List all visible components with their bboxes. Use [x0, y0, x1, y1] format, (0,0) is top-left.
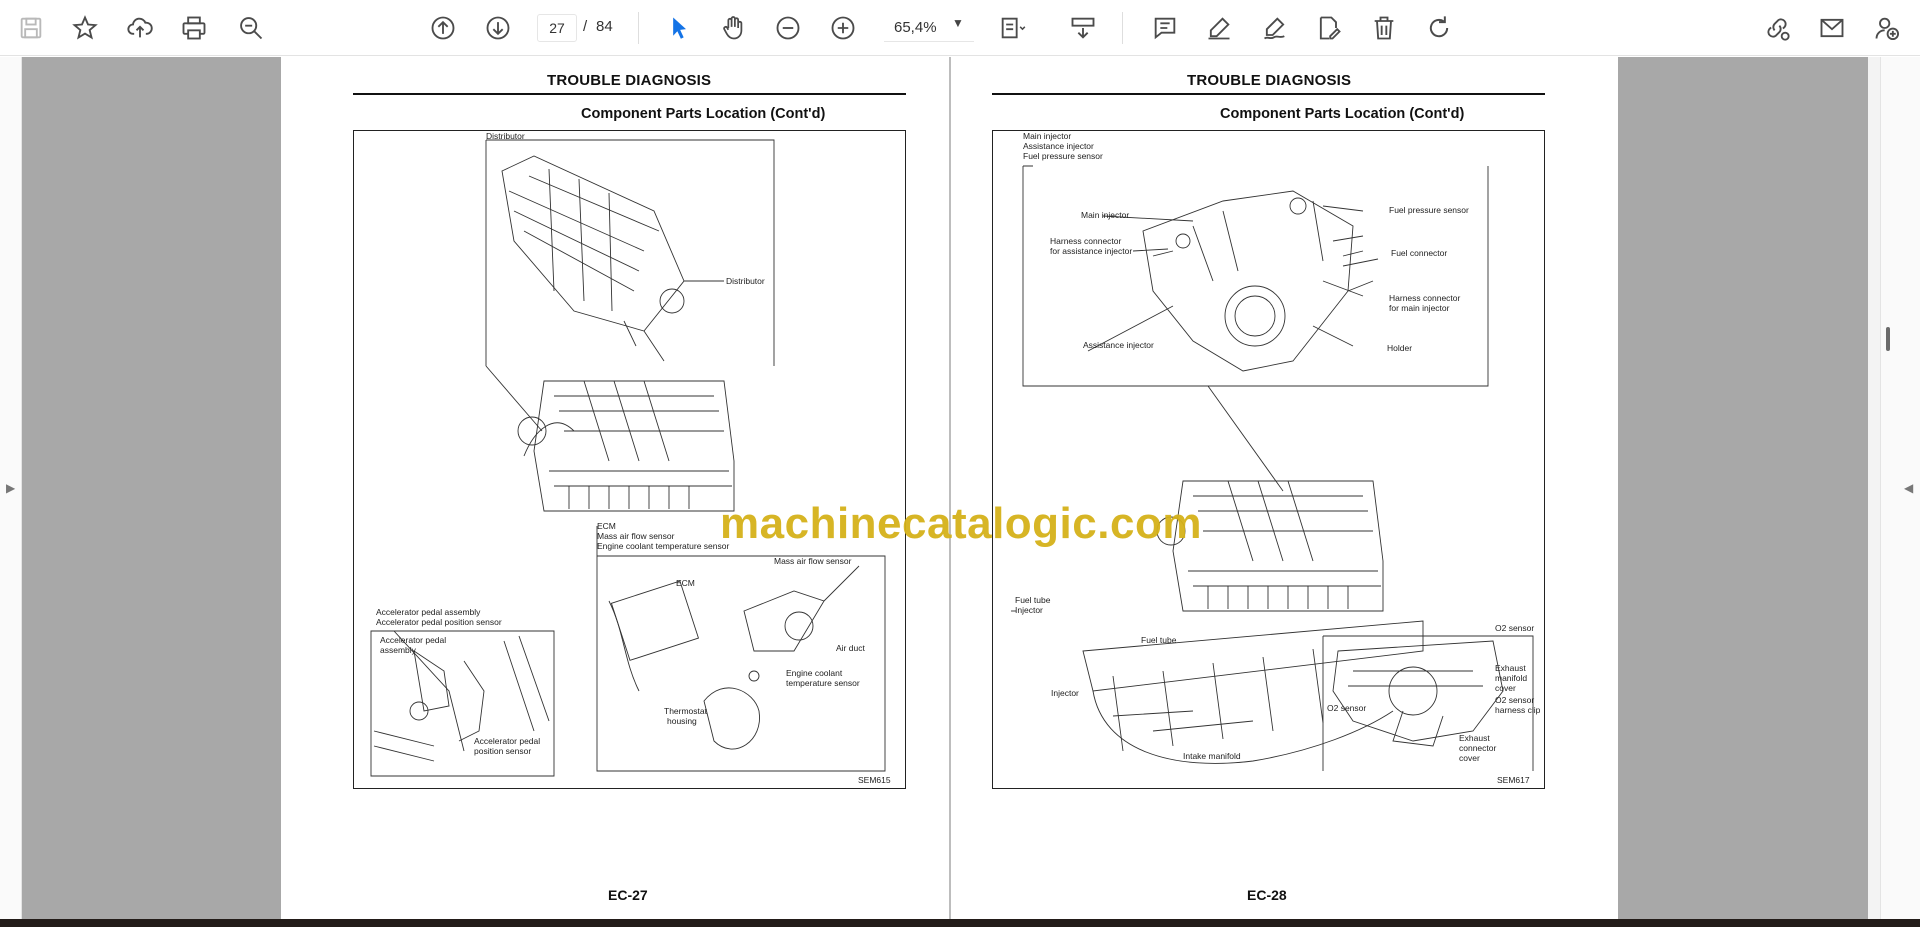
label-harness-assist-1: Harness connector [1050, 236, 1122, 246]
label-fuel-tube-2: Injector [1015, 605, 1043, 615]
email-icon[interactable] [1813, 9, 1851, 47]
label-ecm-header-2: Mass air flow sensor [597, 531, 675, 541]
label-exhaust-conn-3: cover [1459, 753, 1480, 763]
comment-icon[interactable] [1146, 9, 1184, 47]
label-o2-sensor-top: O2 sensor [1495, 623, 1534, 633]
scrollbar-thumb[interactable] [1886, 327, 1890, 351]
label-accel-sensor-2: position sensor [474, 746, 531, 756]
label-distributor-top: Distributor [486, 131, 525, 141]
page-number: EC-27 [608, 887, 648, 903]
label-intake-manifold: Intake manifold [1183, 751, 1241, 761]
page-ec-28: TROUBLE DIAGNOSIS Component Parts Locati… [951, 57, 1618, 919]
label-exhaust-conn-1: Exhaust [1459, 733, 1490, 743]
label-o2-sensor: O2 sensor [1327, 703, 1366, 713]
printer-icon[interactable] [175, 9, 213, 47]
cursor-icon[interactable] [660, 9, 698, 47]
taskbar-strip [0, 919, 1920, 927]
label-exhaust-1: Exhaust [1495, 663, 1526, 673]
zoom-level-value: 65,4% [894, 19, 937, 36]
label-exhaust-2: manifold [1495, 673, 1527, 683]
page-subtitle: Component Parts Location (Cont'd) [1220, 106, 1465, 122]
page-title: TROUBLE DIAGNOSIS [1187, 72, 1352, 89]
label-exhaust-3: cover [1495, 683, 1516, 693]
zoom-in-icon[interactable] [824, 9, 862, 47]
chevron-right-icon[interactable]: ▶ [6, 481, 15, 495]
label-main-injector: Main injector [1081, 210, 1129, 220]
label-ect-sensor-1: Engine coolant [786, 668, 843, 678]
edit-doc-icon[interactable] [1310, 9, 1348, 47]
label-harness-main-2: for main injector [1389, 303, 1450, 313]
link-icon[interactable] [1758, 9, 1796, 47]
label-accel-assembly-2: assembly [380, 645, 417, 655]
page-total: 84 [596, 18, 613, 35]
page-ec-27: TROUBLE DIAGNOSIS Component Parts Locati… [281, 57, 949, 919]
page-number-input[interactable] [537, 14, 577, 42]
label-header-1: Main injector [1023, 131, 1071, 141]
label-accel-header-2: Accelerator pedal position sensor [376, 617, 502, 627]
label-fuel-pressure-sensor: Fuel pressure sensor [1389, 205, 1469, 215]
zoom-search-icon[interactable] [232, 9, 270, 47]
watermark-text: machinecatalogic.com [720, 499, 1202, 548]
zoom-out-icon[interactable] [769, 9, 807, 47]
trash-icon[interactable] [1365, 9, 1403, 47]
fit-page-icon[interactable] [993, 9, 1031, 47]
label-fuel-connector: Fuel connector [1391, 248, 1447, 258]
figure-code: SEM615 [858, 775, 891, 785]
label-exhaust-conn-2: connector [1459, 743, 1496, 753]
hand-icon[interactable] [714, 9, 752, 47]
page-title: TROUBLE DIAGNOSIS [547, 72, 712, 89]
label-ect-sensor-2: temperature sensor [786, 678, 860, 688]
label-thermostat-1: Thermostat [664, 706, 708, 716]
label-assistance-injector: Assistance injector [1083, 340, 1154, 350]
scrollbar-track[interactable] [1868, 57, 1880, 919]
arrow-down-circle-icon[interactable] [479, 9, 517, 47]
label-o2-harness-1: O2 sensor [1495, 695, 1534, 705]
label-header-2: Assistance injector [1023, 141, 1094, 151]
label-harness-assist-2: for assistance injector [1050, 246, 1132, 256]
rotate-icon[interactable] [1420, 9, 1458, 47]
label-injector: Injector [1051, 688, 1079, 698]
save-icon[interactable] [12, 9, 50, 47]
figure-code: SEM617 [1497, 775, 1530, 785]
label-ecm-header-1: ECM [597, 521, 616, 531]
label-o2-harness-2: harness clip [1495, 705, 1541, 715]
label-fuel-tube-1: Fuel tube [1015, 595, 1051, 605]
label-ecm: ECM [676, 578, 695, 588]
toolbar-divider [638, 12, 639, 44]
label-holder: Holder [1387, 343, 1412, 353]
toolbar: / 84 65,4% ▼ [0, 0, 1920, 56]
star-icon[interactable] [66, 9, 104, 47]
title-rule [353, 93, 906, 95]
toolbar-divider [1122, 12, 1123, 44]
scroll-mode-icon[interactable] [1064, 9, 1102, 47]
label-header-3: Fuel pressure sensor [1023, 151, 1103, 161]
page-separator: / [583, 18, 588, 35]
label-accel-sensor-1: Accelerator pedal [474, 736, 540, 746]
chevron-down-icon[interactable]: ▼ [952, 16, 964, 30]
engine-diagram-figure: Distributor Distributor ECM Mass air flo… [353, 130, 906, 789]
label-maf-sensor: Mass air flow sensor [774, 556, 852, 566]
cloud-upload-icon[interactable] [121, 9, 159, 47]
page-number: EC-28 [1247, 887, 1287, 903]
arrow-up-circle-icon[interactable] [424, 9, 462, 47]
pen-icon[interactable] [1200, 9, 1238, 47]
label-thermostat-2: housing [667, 716, 697, 726]
page-subtitle: Component Parts Location (Cont'd) [581, 106, 826, 122]
label-accel-header-1: Accelerator pedal assembly [376, 607, 481, 617]
chevron-left-icon[interactable]: ◀ [1904, 481, 1913, 495]
title-rule [992, 93, 1545, 95]
add-user-icon[interactable] [1868, 9, 1906, 47]
label-ecm-header-3: Engine coolant temperature sensor [597, 541, 729, 551]
label-harness-main-1: Harness connector [1389, 293, 1461, 303]
label-fuel-tube: Fuel tube [1141, 635, 1177, 645]
label-accel-assembly-1: Accelerator pedal [380, 635, 446, 645]
right-panel-toggle[interactable] [1880, 57, 1920, 919]
sign-icon[interactable] [1256, 9, 1294, 47]
injector-diagram-figure: Main injector Assistance injector Fuel p… [992, 130, 1545, 789]
document-viewport[interactable]: ▶ TROUBLE DIAGNOSIS Component Parts Loca… [0, 57, 1920, 919]
label-air-duct: Air duct [836, 643, 865, 653]
label-distributor: Distributor [726, 276, 765, 286]
